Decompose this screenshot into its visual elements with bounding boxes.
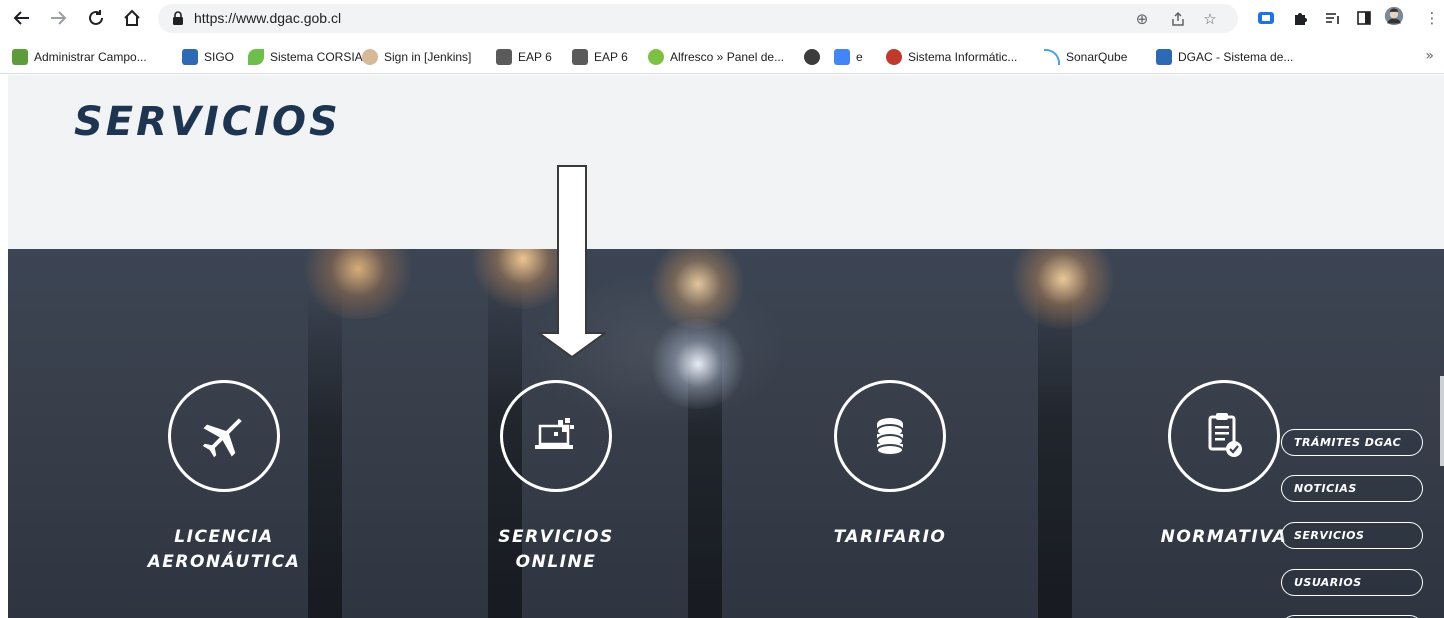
side-panel-icon[interactable] xyxy=(1354,8,1374,28)
bookmark-label: SIGO xyxy=(204,50,235,64)
side-menu-usuarios[interactable]: USUARIOS xyxy=(1281,569,1423,596)
sonarqube-icon xyxy=(1044,49,1060,65)
globe-icon xyxy=(804,49,820,65)
puzzle-icon[interactable] xyxy=(1290,8,1310,28)
bookmark-label: Alfresco » Panel de... xyxy=(670,50,785,64)
bookmark-item[interactable]: Sign in [Jenkins] xyxy=(362,48,471,66)
bookmark-label: SonarQube xyxy=(1066,50,1128,64)
scrollbar-thumb[interactable] xyxy=(1440,376,1444,466)
bookmark-item[interactable]: DGAC - Sistema de... xyxy=(1156,48,1293,66)
bookmark-item[interactable]: Alfresco » Panel de... xyxy=(648,48,784,66)
plant-icon xyxy=(12,49,28,65)
bookmark-label: EAP 6 xyxy=(518,50,552,64)
zoom-icon[interactable]: ⊕ xyxy=(1132,9,1152,29)
service-normativa-button[interactable] xyxy=(1168,380,1280,492)
menu-kebab-icon[interactable]: ⋮ xyxy=(1422,8,1442,28)
bookmark-item[interactable]: SIGO xyxy=(182,48,234,66)
jenkins-icon xyxy=(362,49,378,65)
service-label[interactable]: LICENCIA AERONÁUTICA xyxy=(104,525,344,575)
service-label[interactable]: TARIFARIO xyxy=(770,525,1010,550)
background-light-pole xyxy=(1038,279,1072,618)
share-icon[interactable] xyxy=(1168,9,1188,29)
bookmark-item[interactable]: EAP 6 xyxy=(572,48,628,66)
annotation-arrow-icon xyxy=(538,332,606,358)
service-online-button[interactable] xyxy=(500,380,612,492)
services-hero: LICENCIA AERONÁUTICA SERVICIOS ONLINE TA… xyxy=(8,249,1444,618)
reload-icon[interactable] xyxy=(84,6,108,30)
browser-toolbar: https://www.dgac.gob.cl ⊕ ☆ ⋮ xyxy=(0,0,1444,38)
side-menu-noticias[interactable]: NOTICIAS xyxy=(1281,475,1423,502)
back-arrow-icon[interactable] xyxy=(10,6,34,30)
home-icon[interactable] xyxy=(120,6,144,30)
side-menu-tramites[interactable]: TRÁMITES DGAC xyxy=(1281,429,1423,456)
airplane-icon xyxy=(202,418,242,458)
bookmarks-bar: Administrar Campo... SIGO Sistema CORSIA… xyxy=(0,40,1444,74)
docs-icon xyxy=(834,49,850,65)
site-favicon-icon xyxy=(886,49,902,65)
reading-list-icon[interactable] xyxy=(1322,8,1342,28)
laptop-icon xyxy=(535,418,574,449)
bookmark-label: Sistema Informátic... xyxy=(908,50,1018,64)
site-favicon-icon xyxy=(182,49,198,65)
side-menu-servicios[interactable]: SERVICIOS xyxy=(1281,522,1423,549)
lock-icon[interactable] xyxy=(172,11,184,25)
bookmark-label: EAP 6 xyxy=(594,50,628,64)
address-bar[interactable]: https://www.dgac.gob.cl ⊕ ☆ xyxy=(158,4,1238,33)
leaf-icon xyxy=(248,49,264,65)
background-light-pole xyxy=(688,309,722,618)
bookmark-item[interactable]: SonarQube xyxy=(1044,48,1127,66)
bookmark-item[interactable]: EAP 6 xyxy=(496,48,552,66)
bookmark-label: e xyxy=(856,50,863,64)
section-header: SERVICIOS xyxy=(8,75,1444,249)
annotation-arrow-shaft xyxy=(557,165,587,333)
service-tarifario-button[interactable] xyxy=(834,380,946,492)
page-content: SERVICIOS LICENCIA AERONÁUTICA SERVICIOS… xyxy=(8,75,1444,618)
eap-icon xyxy=(496,49,512,65)
forward-arrow-icon[interactable] xyxy=(46,6,70,30)
alfresco-icon xyxy=(648,49,664,65)
service-label[interactable]: SERVICIOS ONLINE xyxy=(436,525,676,575)
bookmark-star-icon[interactable]: ☆ xyxy=(1200,9,1220,29)
profile-avatar-icon[interactable] xyxy=(1384,6,1404,26)
url-text[interactable]: https://www.dgac.gob.cl xyxy=(194,10,341,26)
bookmark-item[interactable]: Sistema Informátic... xyxy=(886,48,1017,66)
clipboard-check-icon xyxy=(1208,413,1242,457)
more-bookmarks-button[interactable]: » xyxy=(1425,48,1434,64)
bookmark-label: DGAC - Sistema de... xyxy=(1178,50,1294,64)
bookmark-label: Administrar Campo... xyxy=(34,50,147,64)
eap-icon xyxy=(572,49,588,65)
site-favicon-icon xyxy=(1156,49,1172,65)
bookmark-item[interactable]: Administrar Campo... xyxy=(12,48,147,66)
page-title: SERVICIOS xyxy=(74,99,341,145)
bookmark-item[interactable]: e xyxy=(834,48,863,66)
bookmark-label: Sign in [Jenkins] xyxy=(384,50,472,64)
bookmark-item[interactable]: Sistema CORSIA xyxy=(248,48,363,66)
extension-icon[interactable] xyxy=(1256,8,1276,28)
bookmark-label: Sistema CORSIA xyxy=(270,50,363,64)
coins-icon xyxy=(876,418,904,456)
service-licencia-button[interactable] xyxy=(168,380,280,492)
bookmark-item[interactable] xyxy=(804,48,826,66)
